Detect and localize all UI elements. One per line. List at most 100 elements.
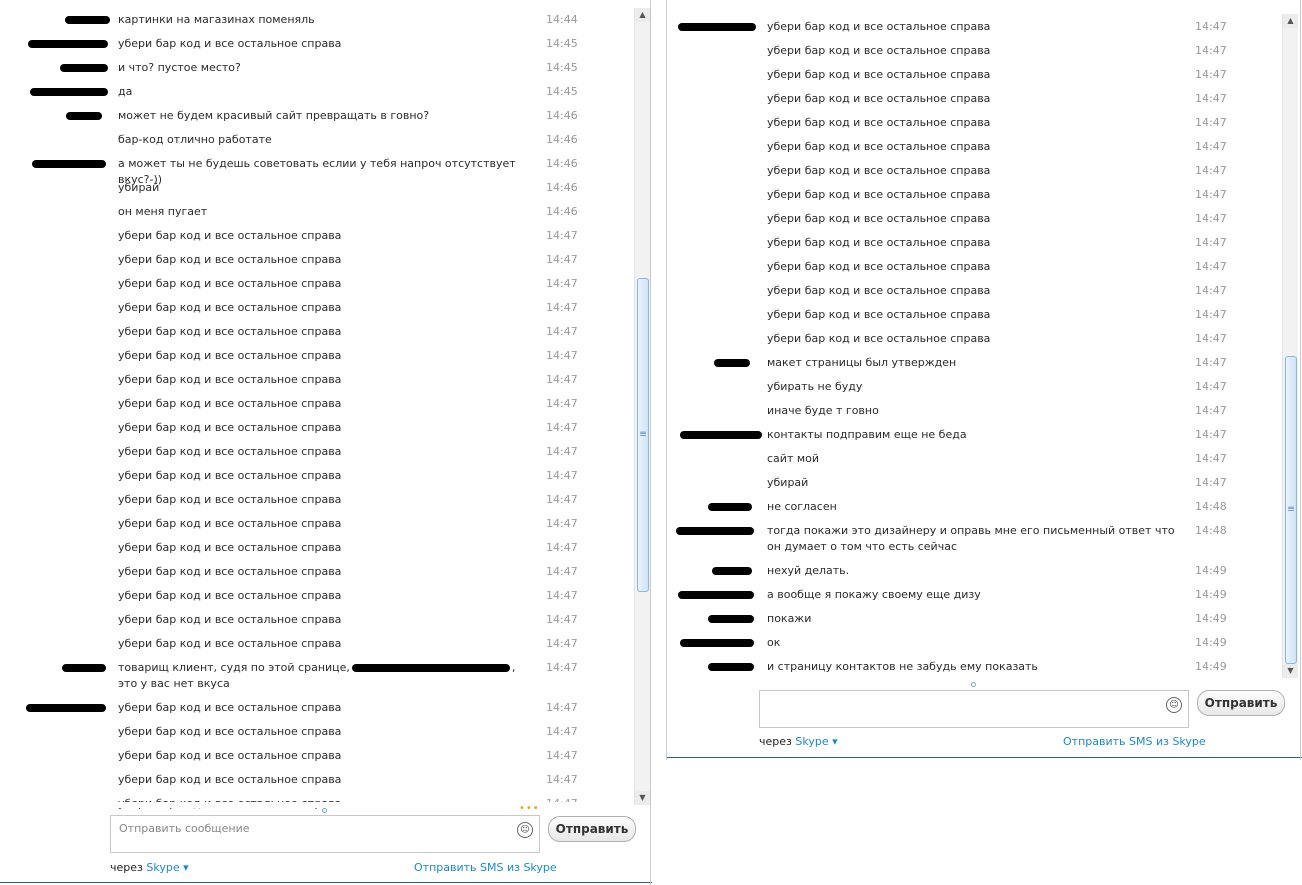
message-text: убери бар код и все остальное справа [118, 749, 342, 762]
message-text: убери бар код и все остальное справа [767, 44, 991, 57]
chat-window-left: картинки на магазинах поменяль 14:44 убери… [0, 0, 652, 885]
arrow-up-icon[interactable]: ▲ [1283, 14, 1298, 28]
message-timestamp: 14:47 [1195, 476, 1227, 489]
message-text: а вообще я покажу своему еще дизу [767, 588, 981, 601]
send-sms-link[interactable]: Отправить SMS из Skype [414, 861, 557, 874]
message-timestamp: 14:47 [1195, 188, 1227, 201]
message-row: убери бар код и все остальное справа 14:4… [0, 223, 634, 247]
message-timestamp: 14:47 [546, 541, 578, 554]
message-text: убери бар код и все остальное справа [118, 701, 342, 714]
message-text: покажи [767, 612, 812, 625]
message-text: убери бар код и все остальное справа [118, 589, 342, 602]
message-input[interactable]: Отправить сообщение ☺ [110, 815, 540, 853]
window-left-border [666, 0, 667, 760]
message-row: убери бар код и все остальное справа 14:4… [666, 110, 1282, 134]
message-row: покажи 14:49 [666, 606, 1282, 630]
message-timestamp: 14:47 [546, 517, 578, 530]
smiley-icon[interactable]: ☺ [1166, 697, 1182, 713]
message-text: убери бар код и все остальное справа [767, 164, 991, 177]
scroll-thumb[interactable]: ≡ [637, 278, 649, 592]
redacted-sender-name [676, 527, 754, 535]
caret-down-icon[interactable]: ▾ [183, 861, 189, 874]
redacted-sender-name [65, 16, 110, 24]
message-row: не согласен 14:48 [666, 494, 1282, 518]
message-timestamp: 14:47 [1195, 452, 1227, 465]
message-text: убери бар код и все остальное справа [767, 20, 991, 33]
send-sms-link[interactable]: Отправить SMS из Skype [1063, 735, 1206, 748]
message-list-right: убери бар код и все остальное справа 14:4… [666, 0, 1282, 686]
via-skype: через Skype ▾ [110, 861, 189, 874]
message-row: убери бар код и все остальное справа 14:4… [0, 695, 634, 719]
message-text: убери бар код и все остальное справа [767, 260, 991, 273]
message-timestamp: 14:46 [546, 157, 578, 170]
message-input[interactable]: ☺ [759, 690, 1189, 728]
message-text: убери бар код и все остальное справа [118, 773, 342, 786]
message-text: убери бар код и все остальное справа [118, 469, 342, 482]
message-row: ок 14:49 [666, 630, 1282, 654]
message-timestamp: 14:47 [546, 301, 578, 314]
message-timestamp: 14:47 [1195, 92, 1227, 105]
message-text: убери бар код и все остальное справа [118, 445, 342, 458]
message-text: убери бар код и все остальное справа [118, 349, 342, 362]
message-text: убери бар код и все остальное справа [767, 332, 991, 345]
message-row: а может ты не будешь советовать еслии у … [0, 151, 634, 186]
message-text: нехуй делать. [767, 564, 850, 577]
message-row: убери бар код и все остальное справа 14:4… [666, 302, 1282, 326]
via-skype-link[interactable]: Skype [795, 735, 828, 748]
message-text-part: товарищ клиент, судя по этой сранице, [118, 661, 350, 674]
message-text: товарищ клиент, судя по этой сранице,, э… [118, 660, 528, 692]
message-row: и что? пустое место? 14:45 [0, 55, 634, 79]
message-text: убери бар код и все остальное справа [767, 212, 991, 225]
redacted-sender-name [680, 639, 754, 647]
message-row: убери бар код и все остальное справа 14:4… [0, 631, 634, 655]
message-timestamp: 14:47 [546, 421, 578, 434]
arrow-down-icon[interactable]: ▼ [1283, 664, 1298, 678]
message-text: убери бар код и все остальное справа [118, 565, 342, 578]
redacted-sender-name [714, 359, 750, 367]
message-text: и что? пустое место? [118, 61, 241, 74]
message-timestamp: 14:49 [1195, 564, 1227, 577]
message-text: убери бар код и все остальное справа [118, 277, 342, 290]
message-row: убери бар код и все остальное справа 14:4… [0, 415, 634, 439]
message-text: картинки на магазинах поменяль [118, 13, 315, 26]
message-timestamp: 14:47 [1195, 428, 1227, 441]
message-text: убери бар код и все остальное справа [118, 37, 342, 50]
arrow-up-icon[interactable]: ▲ [635, 8, 650, 22]
message-row: убери бар код и все остальное справа 14:4… [0, 295, 634, 319]
smiley-icon[interactable]: ☺ [517, 822, 533, 838]
message-timestamp: 14:47 [1195, 332, 1227, 345]
send-button[interactable]: Отправить [1197, 690, 1285, 716]
arrow-down-icon[interactable]: ▼ [635, 791, 650, 805]
message-row: убери бар код и все остальное справа 14:4… [666, 14, 1282, 38]
window-right-border [1300, 0, 1301, 760]
message-list-left: картинки на магазинах поменяль 14:44 убери… [0, 0, 634, 812]
send-button[interactable]: Отправить [548, 816, 636, 842]
message-timestamp: 14:46 [546, 133, 578, 146]
message-text: может не будем красивый сайт превращать … [118, 109, 430, 122]
message-timestamp: 14:47 [546, 749, 578, 762]
redacted-sender-name [66, 112, 102, 120]
scroll-thumb[interactable]: ≡ [1285, 356, 1297, 664]
redacted-sender-name [60, 64, 108, 72]
message-row: убери бар код и все остальное справа 14:4… [0, 463, 634, 487]
message-text: убери бар код и все остальное справа [118, 637, 342, 650]
caret-down-icon[interactable]: ▾ [832, 735, 838, 748]
message-text: убери бар код и все остальное справа [118, 613, 342, 626]
message-row: убери бар код и все остальное справа 14:4… [0, 31, 634, 55]
message-timestamp: 14:47 [546, 349, 578, 362]
message-text: бар-код отлично работате [118, 133, 272, 146]
message-timestamp: 14:47 [546, 253, 578, 266]
message-text: убери бар код и все остальное справа [118, 421, 342, 434]
via-skype-link[interactable]: Skype [146, 861, 179, 874]
redacted-sender-name [708, 615, 754, 623]
message-row: убери бар код и все остальное справа 14:4… [0, 719, 634, 743]
message-timestamp: 14:47 [546, 661, 578, 674]
redacted-sender-name [28, 40, 108, 48]
message-timestamp: 14:47 [1195, 356, 1227, 369]
scrollbar-right[interactable]: ▲ ≡ ▼ [1282, 14, 1298, 678]
message-timestamp: 14:47 [1195, 164, 1227, 177]
scrollbar-left[interactable]: ▲ ≡ ▼ [634, 8, 650, 805]
message-timestamp: 14:47 [546, 325, 578, 338]
message-row: бар-код отлично работате 14:46 [0, 127, 634, 151]
message-row: а вообще я покажу своему еще дизу 14:49 [666, 582, 1282, 606]
